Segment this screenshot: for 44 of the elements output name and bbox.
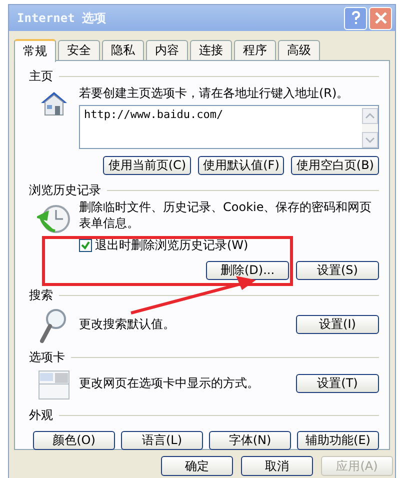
button[interactable]: 设置(I) <box>296 314 379 334</box>
tab[interactable]: 安全 <box>58 40 100 60</box>
button[interactable]: 语言(L) <box>121 431 203 450</box>
button[interactable]: 设置(T) <box>296 374 379 392</box>
help-icon <box>350 11 360 25</box>
button[interactable]: 颜色(O) <box>33 431 115 450</box>
button[interactable]: 设置(S) <box>296 261 379 280</box>
description: 删除临时文件、历史记录、Cookie、保存的密码和网页表单信息。 <box>79 199 373 231</box>
help-button[interactable] <box>344 6 367 30</box>
button[interactable]: 确定 <box>161 456 233 476</box>
checkbox-label[interactable]: 退出时删除浏览历史记录(W) <box>95 237 248 254</box>
close-button[interactable] <box>369 6 392 30</box>
tab[interactable]: 常规 <box>14 39 56 62</box>
description: 更改网页在选项卡中显示的方式。 <box>79 375 260 391</box>
button[interactable]: 删除(D)... <box>206 261 289 280</box>
magnifier-icon <box>40 308 68 344</box>
section-title: 浏览历史记录 <box>29 182 101 198</box>
tab[interactable]: 隐私 <box>102 40 144 60</box>
button[interactable]: 使用默认值(F) <box>198 156 284 175</box>
section-title: 主页 <box>29 68 53 84</box>
tab[interactable]: 程序 <box>234 40 276 60</box>
clock-icon <box>37 203 71 235</box>
button[interactable]: 使用空白页(B) <box>291 156 379 175</box>
scroll-up-icon <box>362 108 378 124</box>
description: 更改搜索默认值。 <box>79 316 176 332</box>
tab[interactable]: 连接 <box>190 40 232 60</box>
button[interactable]: 辅助功能(E) <box>297 431 379 450</box>
section-title: 选项卡 <box>29 348 65 366</box>
button[interactable]: 使用当前页(C) <box>103 156 192 175</box>
scroll-down-icon <box>362 132 378 148</box>
section-title: 搜索 <box>29 286 53 304</box>
section-title: 外观 <box>29 406 53 424</box>
window-title: Internet 选项 <box>17 10 108 26</box>
checkbox[interactable] <box>79 239 92 252</box>
check-icon <box>81 241 90 250</box>
close-icon <box>374 12 386 24</box>
url-field[interactable]: http://www.baidu.com/ <box>79 105 379 149</box>
button[interactable]: 取消 <box>241 456 313 476</box>
tab[interactable]: 高级 <box>278 40 320 60</box>
tabs-icon <box>38 370 70 400</box>
house-icon <box>39 89 69 117</box>
tab[interactable]: 内容 <box>146 40 188 60</box>
description: 若要创建主页选项卡，请在各地址行键入地址(R)。 <box>79 85 350 101</box>
button[interactable]: 字体(N) <box>209 431 291 450</box>
